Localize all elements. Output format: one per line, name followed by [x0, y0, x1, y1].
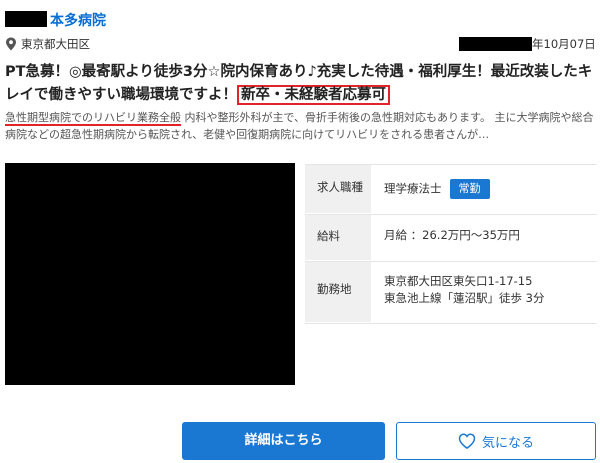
job-type-value-cell: 理学療法士 常勤 — [371, 165, 597, 199]
job-info-table: 求人職種 理学療法士 常勤 給料 月給 ：26.2万円〜35万円 勤務地 東京都大… — [305, 164, 597, 324]
hospital-name-link[interactable]: 本多病院 — [50, 10, 106, 30]
post-date: 年10月07日 — [532, 37, 596, 51]
title-highlight-box: 新卒・未経験者応募可 — [237, 85, 390, 105]
work-location-row: 勤務地 東京都大田区東矢口1-17-15 東急池上線「蓮沼駅」徒歩 3分 — [305, 262, 597, 324]
address-line: 東京都大田区東矢口1-17-15 — [384, 274, 533, 288]
salary-label: 給料 — [305, 215, 371, 260]
favorite-button[interactable]: 気になる — [396, 422, 596, 460]
work-location-label: 勤務地 — [305, 262, 371, 322]
employment-type-badge: 常勤 — [449, 179, 490, 199]
job-type-row: 求人職種 理学療法士 常勤 — [305, 164, 597, 215]
redacted-block — [5, 11, 47, 27]
salary-row: 給料 月給 ：26.2万円〜35万円 — [305, 215, 597, 262]
redacted-block — [459, 37, 532, 51]
description-underlined: 急性期型病院でのリハビリ業務全般 — [5, 111, 181, 126]
job-type-value: 理学療法士 — [384, 181, 442, 196]
hospital-photo — [5, 163, 295, 385]
job-type-label: 求人職種 — [305, 165, 371, 213]
location-text: 東京都大田区 — [21, 37, 90, 51]
favorite-label: 気になる — [481, 435, 534, 451]
map-pin-icon — [6, 37, 16, 51]
listing-description: 急性期型病院でのリハビリ業務全般 内科や整形外科が主で、骨折手術後の急性期対応も… — [5, 109, 597, 143]
salary-value: 月給 ：26.2万円〜35万円 — [384, 228, 520, 242]
details-button[interactable]: 詳細はこちら — [182, 422, 385, 460]
heart-icon — [458, 433, 476, 449]
work-location-value: 東京都大田区東矢口1-17-15 東急池上線「蓮沼駅」徒歩 3分 — [371, 262, 597, 307]
access-line: 東急池上線「蓮沼駅」徒歩 3分 — [384, 291, 545, 305]
listing-title[interactable]: PT急募！◎最寄駅より徒歩3分☆院内保育あり♪充実した待遇・福利厚生！最近改装し… — [5, 61, 597, 107]
